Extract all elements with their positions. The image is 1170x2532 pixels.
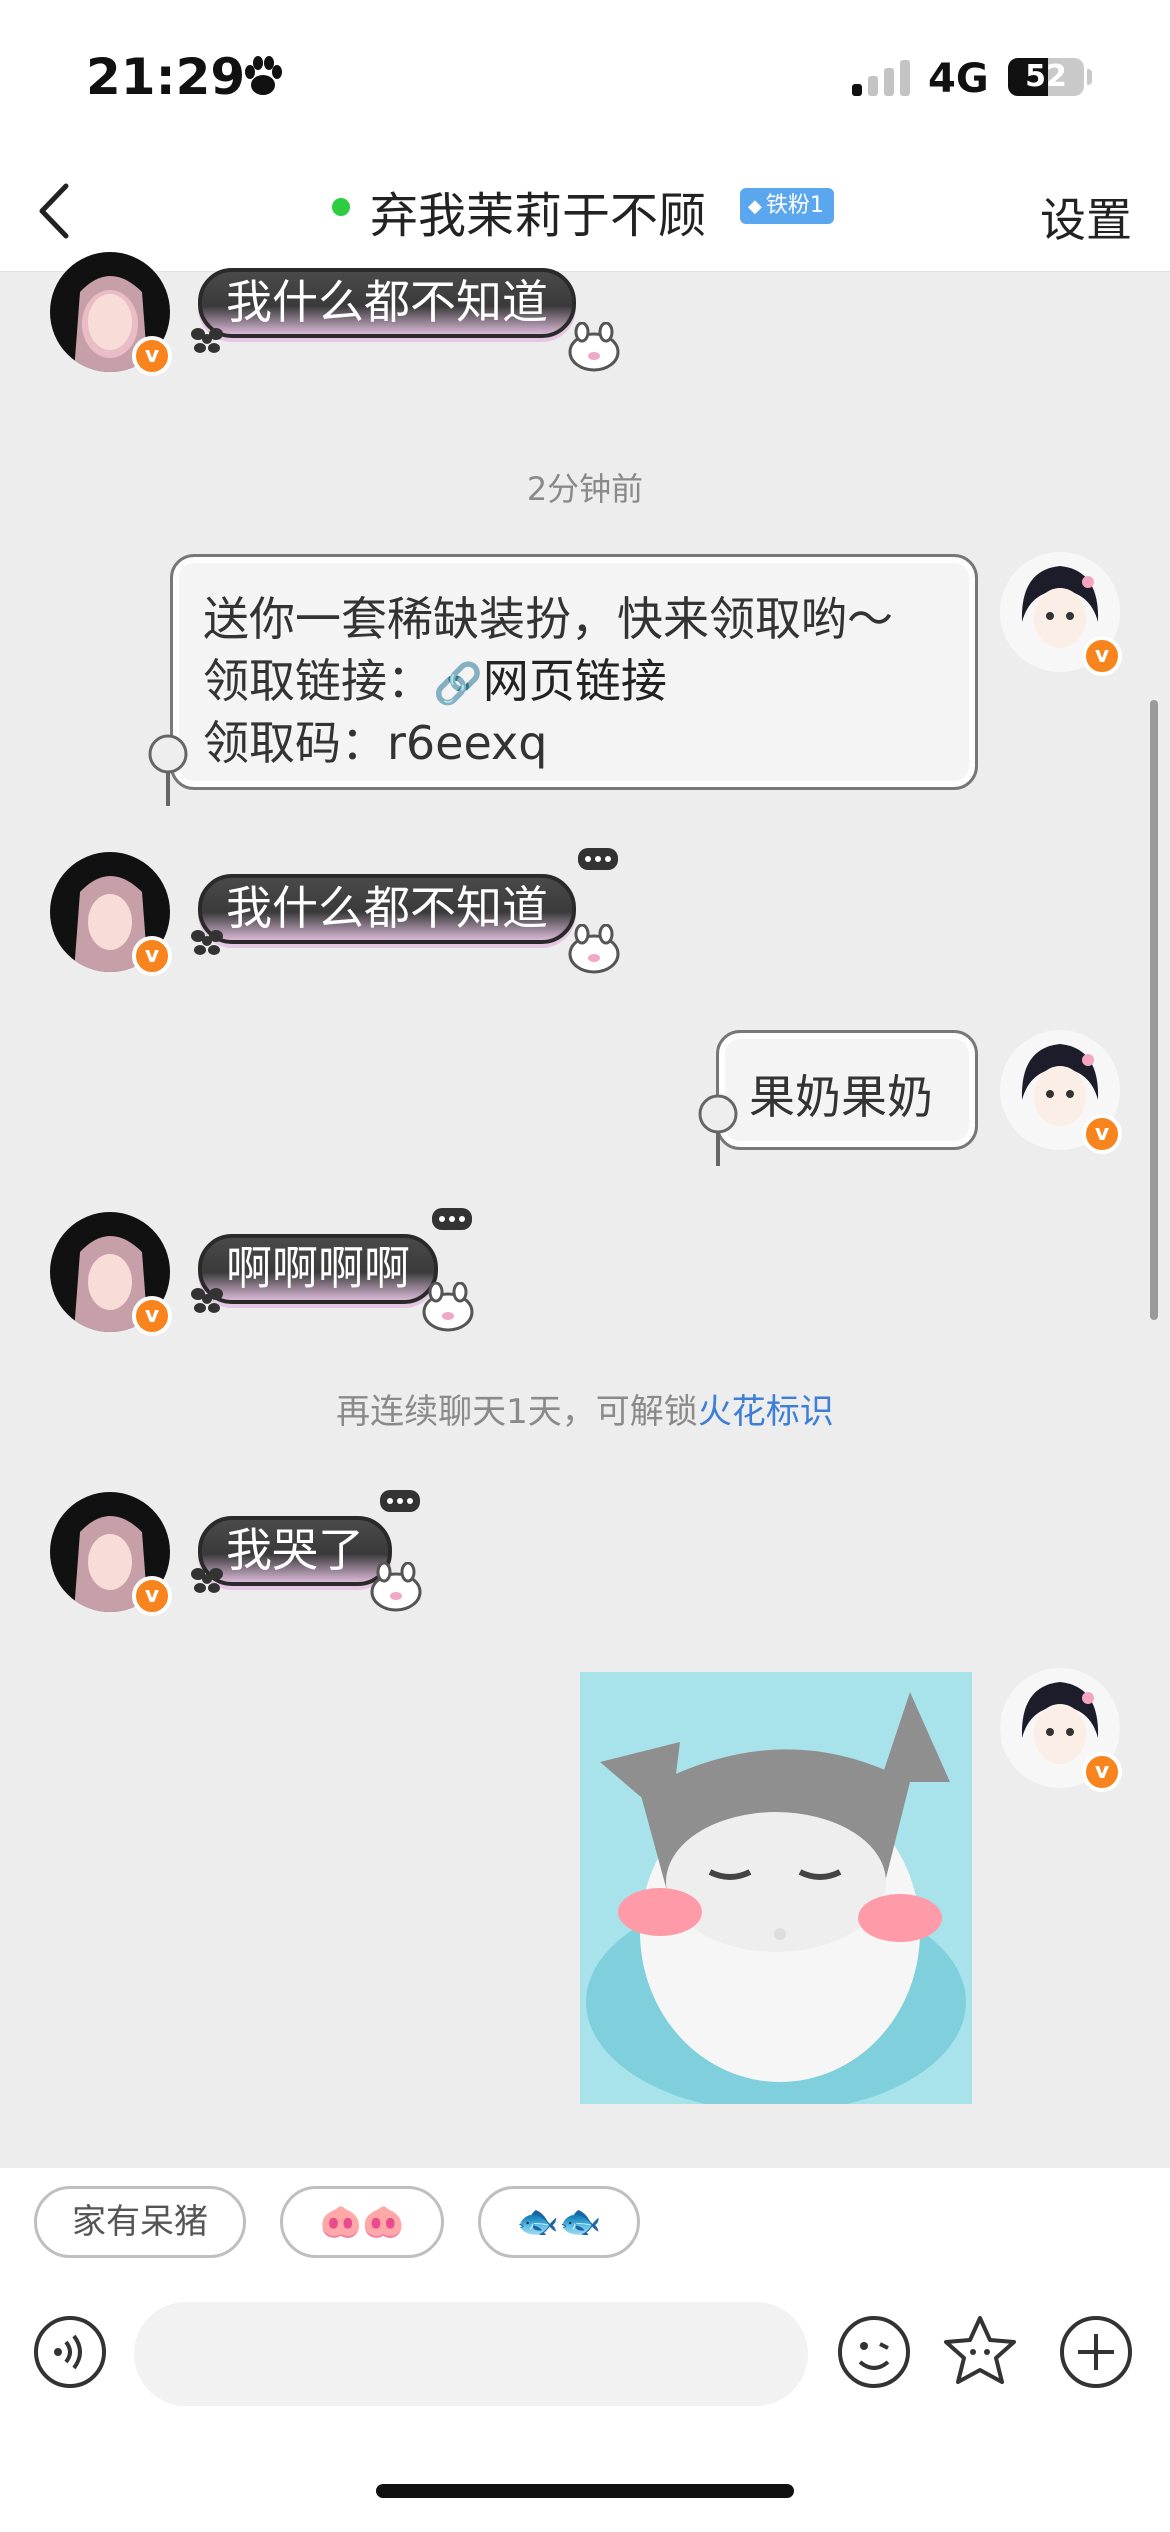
diamond-icon: ◆ <box>748 196 762 217</box>
share-line-2: 领取链接：🔗网页链接 <box>203 645 667 711</box>
chat-dots-icon <box>432 1208 472 1230</box>
contact-avatar[interactable]: v <box>50 1492 172 1616</box>
message-bubble[interactable]: 我哭了 <box>198 1516 392 1586</box>
bunny-sticker-icon <box>370 1562 422 1612</box>
verified-badge: v <box>1082 1752 1122 1792</box>
share-line-1: 送你一套稀缺装扮，快来领取哟～ <box>203 592 893 646</box>
share-line-3: 领取码：r6eexq <box>203 716 548 770</box>
bow-icon <box>191 930 223 955</box>
message-bubble[interactable]: 啊啊啊啊 <box>198 1234 438 1304</box>
message-timestamp: 2分钟前 <box>526 470 644 508</box>
emoji-icon[interactable] <box>834 2312 914 2392</box>
bunny-sticker-icon <box>568 322 620 372</box>
signal-icon <box>852 60 910 96</box>
spark-badge-link[interactable]: 火花标识 <box>698 1392 834 1432</box>
message-bubble[interactable]: 我什么都不知道 <box>198 268 576 338</box>
battery-tip <box>1087 69 1092 85</box>
message-text: 果奶果奶 <box>749 1070 933 1124</box>
message-bubble[interactable]: 我什么都不知道 <box>198 874 576 944</box>
fan-level-label: 铁粉1 <box>765 193 824 218</box>
plus-icon[interactable] <box>1056 2312 1136 2392</box>
verified-badge: v <box>132 336 172 376</box>
self-avatar[interactable]: v <box>1000 552 1122 676</box>
web-link[interactable]: 网页链接 <box>483 654 667 708</box>
contact-avatar[interactable]: v <box>50 1212 172 1336</box>
quick-reply-chip[interactable]: 🐟🐟 <box>478 2186 640 2258</box>
scrollbar[interactable] <box>1150 700 1158 1320</box>
cat-sticker-image[interactable] <box>580 1672 972 2104</box>
settings-button[interactable]: 设置 <box>1040 184 1132 250</box>
chat-header: 弃我茉莉于不顾 ◆ 铁粉1 设置 <box>0 150 1170 272</box>
verified-badge: v <box>1082 1114 1122 1154</box>
share-card-bubble[interactable]: 送你一套稀缺装扮，快来领取哟～ 领取链接：🔗网页链接 领取码：r6eexq <box>170 554 978 790</box>
bow-icon <box>191 1288 223 1313</box>
link-icon: 🔗 <box>433 661 483 707</box>
home-indicator[interactable] <box>376 2484 794 2498</box>
verified-badge: v <box>1082 636 1122 676</box>
sticker-icon[interactable] <box>940 2312 1020 2392</box>
streak-hint: 再连续聊天1天，可解锁火花标识 <box>0 1384 1170 1433</box>
voice-icon[interactable] <box>30 2312 110 2392</box>
paw-icon <box>245 56 282 95</box>
message-bubble[interactable]: 果奶果奶 <box>716 1030 978 1150</box>
mirror-sticker-icon <box>698 1094 738 1166</box>
quick-reply-chip[interactable]: 🐽🐽 <box>280 2186 444 2258</box>
chat-title[interactable]: 弃我茉莉于不顾 <box>370 176 706 246</box>
quick-reply-chip[interactable]: 家有呆猪 <box>34 2186 246 2258</box>
streak-hint-text: 再连续聊天1天，可解锁 <box>336 1392 698 1432</box>
network-type: 4G <box>928 56 989 102</box>
bow-icon <box>191 1568 223 1593</box>
share-link-prefix: 领取链接： <box>203 654 433 708</box>
chat-dots-icon <box>380 1490 420 1512</box>
online-status-dot <box>332 198 350 216</box>
status-bar: 21:29 4G 52 <box>0 0 1170 150</box>
verified-badge: v <box>132 1576 172 1616</box>
bunny-sticker-icon <box>422 1282 474 1332</box>
status-time: 21:29 <box>86 48 246 106</box>
verified-badge: v <box>132 1296 172 1336</box>
contact-avatar[interactable]: v <box>50 252 172 376</box>
contact-avatar[interactable]: v <box>50 852 172 976</box>
chat-dots-icon <box>578 848 618 870</box>
fan-level-badge[interactable]: ◆ 铁粉1 <box>740 188 834 224</box>
back-icon[interactable] <box>30 178 80 244</box>
battery-icon: 52 <box>1008 58 1084 96</box>
self-avatar[interactable]: v <box>1000 1668 1122 1792</box>
battery-level: 52 <box>1025 59 1067 94</box>
self-avatar[interactable]: v <box>1000 1030 1122 1154</box>
quick-reply-bar: 家有呆猪 🐽🐽 🐟🐟 <box>0 2168 1170 2278</box>
mirror-sticker-icon <box>148 734 188 806</box>
bunny-sticker-icon <box>568 924 620 974</box>
bow-icon <box>191 328 223 353</box>
message-input[interactable] <box>134 2302 808 2406</box>
verified-badge: v <box>132 936 172 976</box>
